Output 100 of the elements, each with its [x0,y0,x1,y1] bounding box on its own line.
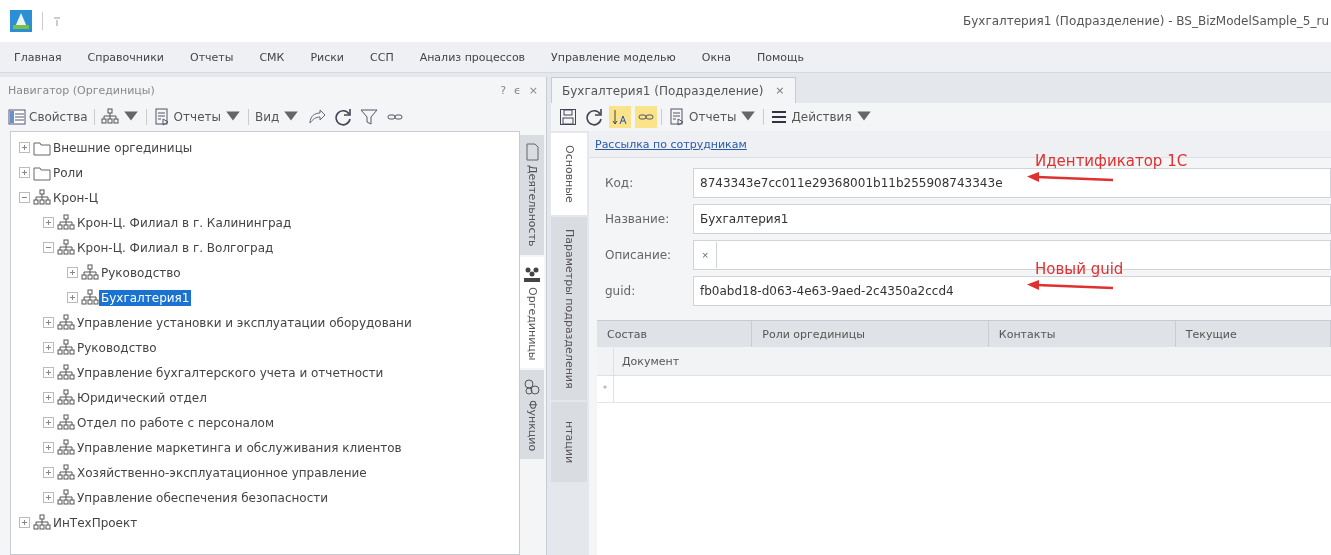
expand-icon[interactable] [19,517,30,528]
tree-item[interactable]: ИнТехПроект [51,514,140,531]
toolbar-button[interactable]: Свойства [6,106,90,128]
document-icon [523,143,541,161]
expand-icon[interactable] [43,492,54,503]
side-tab[interactable]: Основные [551,133,587,215]
toolbar-button[interactable]: Действия [768,105,875,129]
menu-item[interactable]: Окна [701,50,732,64]
toolbar-icon-button[interactable] [557,106,579,128]
menu-item[interactable]: СМК [259,50,285,64]
app-logo-icon [10,10,32,32]
hierarchy-icon [57,438,75,457]
side-tab[interactable]: Параметры подразделения [551,216,587,401]
toolbar-button[interactable]: Вид [253,105,303,129]
arrow-icon [1025,278,1115,292]
sort-icon [611,108,629,126]
tree-item[interactable]: Крон-Ц. Филиал в г. Волгоград [75,239,276,256]
hierarchy-icon [81,263,99,282]
side-tab[interactable]: Оргединицы [520,256,544,368]
hierarchy-icon [57,213,75,232]
tree-item[interactable]: Руководство [75,339,159,356]
arrow-icon [308,108,327,126]
panel-title: Навигатор (Оргединицы) [8,83,155,97]
expand-icon[interactable] [43,442,54,453]
expand-icon[interactable] [43,367,54,378]
input-field[interactable]: fb0abd18-d063-4e63-9aed-2c4350a2ccd4 [693,276,1331,306]
field-label: Код: [605,176,635,190]
hierarchy-icon [81,288,99,307]
toolbar-button[interactable]: Отчеты [666,105,760,129]
tree-item[interactable]: Управление маркетинга и обслуживания клиентов [75,439,404,456]
menu-item[interactable]: Помощь [757,50,804,64]
field-label: Описание: [605,248,673,262]
expand-icon[interactable] [19,167,30,178]
tree-item[interactable]: Внешние оргединицы [51,139,195,156]
expand-icon[interactable] [43,217,54,228]
tree-item[interactable]: Крон-Ц [51,189,100,206]
document-tab[interactable]: Бухгалтерия1 (Подразделение) × [551,77,796,103]
refresh-icon [334,108,353,126]
menu-item[interactable]: Управление моделью [551,50,676,64]
hierarchy-icon [57,388,75,407]
hierarchy-icon [57,363,75,382]
toolbar-button[interactable]: Отчеты [150,105,244,129]
menu-item[interactable]: Справочники [87,50,164,64]
field-label: Название: [605,212,671,226]
column-header: Документ [621,353,680,370]
hierarchy-icon [57,488,75,507]
arrow-icon [1025,170,1115,184]
tree-item[interactable]: Управление установки и эксплуатации оборудовани [75,314,414,331]
window-title: Бухгалтерия1 (Подразделение) - BS_BizModelSample_5_ru [962,14,1330,28]
hierarchy-icon [33,188,51,207]
expand-icon[interactable] [67,292,78,303]
input-field[interactable]: 8743343e7cc011e29368001b11b255908743343e [693,168,1331,198]
tree-item[interactable]: Роли [51,164,86,181]
save-icon [559,108,577,126]
annotation-text: Идентификатор 1С [1035,152,1188,170]
field-label: guid: [605,284,637,298]
tree-item[interactable]: Хозяйственно-эксплуатационное управление [75,464,369,481]
toolbar-icon-button[interactable] [609,106,631,128]
expand-icon[interactable] [19,142,30,153]
menu-item[interactable]: ССП [370,50,394,64]
hierarchy-icon [33,513,51,532]
hierarchy-icon [100,108,119,126]
refresh-icon [585,108,603,126]
side-tab[interactable]: Функцио [520,370,544,460]
filter-icon [360,108,379,126]
menu-item[interactable]: Риски [310,50,344,64]
expand-icon[interactable] [43,317,54,328]
table-icon [8,108,26,126]
hierarchy-icon [57,413,75,432]
menu-item[interactable]: Анализ процессов [419,50,526,64]
tree-item[interactable]: Руководство [99,264,183,281]
hierarchy-icon [57,338,75,357]
toolbar-icon-button[interactable] [358,106,381,128]
expand-icon[interactable] [43,342,54,353]
hierarchy-icon [57,463,75,482]
input-field[interactable]: Бухгалтерия1 [693,204,1331,234]
collapse-icon[interactable] [19,192,30,203]
report-icon [668,108,686,126]
tree-item[interactable]: Управление бухгалтерского учета и отчетности [75,364,386,381]
hierarchy-icon [57,313,75,332]
toolbar-icon-button[interactable] [583,106,605,128]
close-button[interactable]: × [775,84,785,97]
hierarchy-icon [57,238,75,257]
menu-item[interactable]: Главная [14,50,62,64]
side-tab[interactable]: Деятельность [520,135,544,255]
collapse-icon[interactable] [43,242,54,253]
expand-icon[interactable] [43,467,54,478]
expand-icon[interactable] [43,392,54,403]
tree-item[interactable]: Отдел по работе с персоналом [75,414,276,431]
side-tab[interactable]: нтации [551,402,587,483]
link[interactable]: Рассылка по сотрудникам [595,137,747,151]
report-icon [152,108,171,126]
tree-item[interactable]: Крон-Ц. Филиал в г. Калининград [75,214,294,231]
tree-item[interactable]: Управление обеспечения безопасности [75,489,331,506]
menu-item[interactable]: Отчеты [189,50,234,64]
tree-item[interactable]: Бухгалтерия1 [99,289,192,306]
quick-access-icon [53,16,61,26]
expand-icon[interactable] [67,267,78,278]
tree-item[interactable]: Юридический отдел [75,389,209,406]
expand-icon[interactable] [43,417,54,428]
